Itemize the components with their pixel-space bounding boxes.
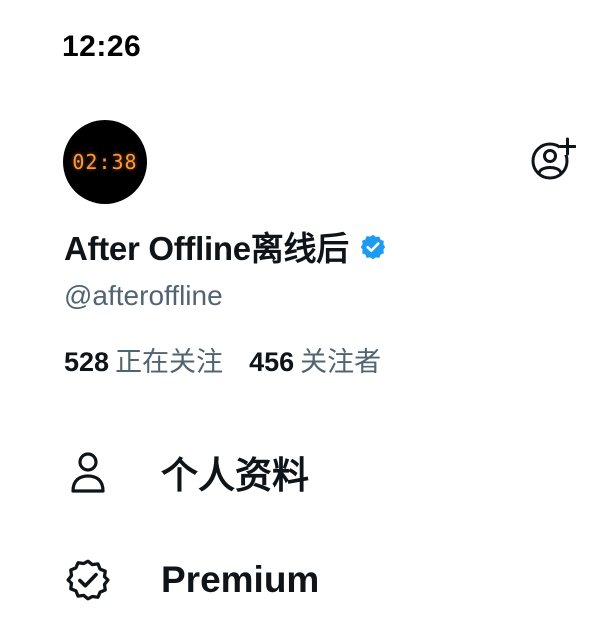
display-name: After Offline离线后: [64, 230, 349, 267]
menu-item-label: 个人资料: [161, 455, 309, 496]
followers-label: 关注者: [300, 347, 382, 377]
status-bar-time: 12:26: [62, 30, 142, 63]
avatar-clock-text: 02:38: [72, 150, 138, 174]
premium-badge-icon: [64, 556, 112, 604]
display-name-row: After Offline离线后: [64, 222, 387, 270]
verified-badge-icon: [360, 234, 386, 260]
user-handle: @afteroffline: [64, 280, 223, 311]
add-account-button[interactable]: [530, 136, 577, 182]
followers-stat[interactable]: 456 关注者: [249, 340, 381, 379]
following-count: 528: [64, 347, 110, 377]
following-stat[interactable]: 528 正在关注: [64, 340, 223, 379]
person-icon: [64, 448, 112, 496]
person-add-icon: [531, 137, 577, 180]
menu-item-label: Premium: [161, 559, 320, 600]
following-label: 正在关注: [115, 347, 224, 377]
avatar[interactable]: 02:38: [63, 120, 147, 204]
menu-item-premium[interactable]: Premium: [64, 556, 319, 604]
follow-stats: 528 正在关注 456 关注者: [64, 340, 381, 379]
menu-item-profile[interactable]: 个人资料: [64, 448, 309, 496]
followers-count: 456: [249, 347, 295, 377]
